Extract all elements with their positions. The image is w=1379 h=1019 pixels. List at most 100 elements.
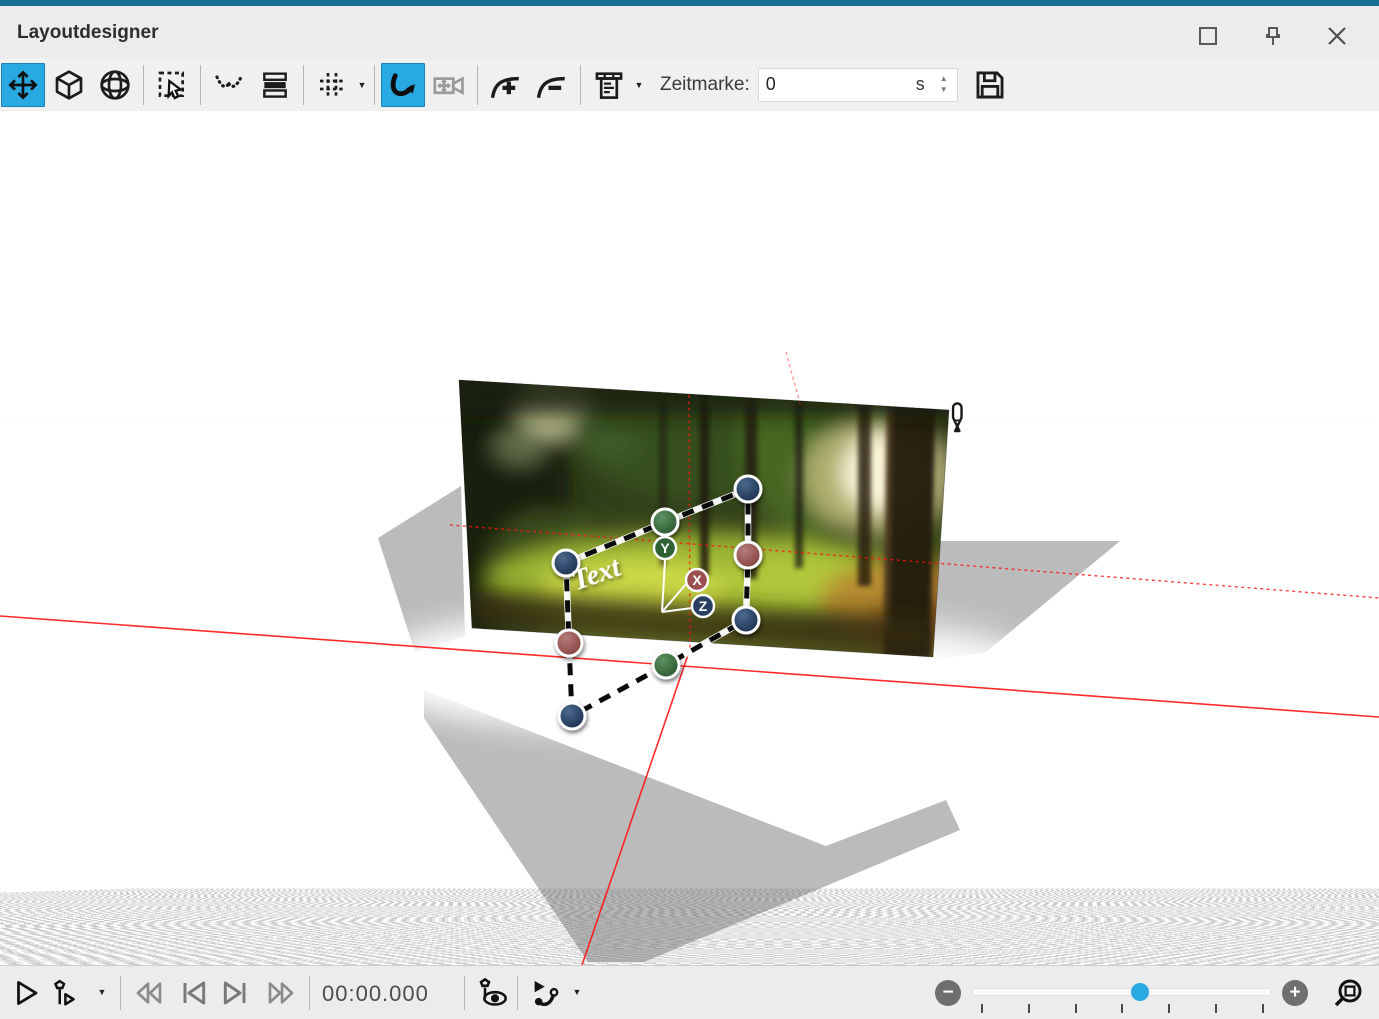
zoom-slider-thumb[interactable] [1131,983,1149,1001]
pin-button[interactable] [1259,22,1287,50]
spin-down-icon[interactable]: ▼ [940,86,948,94]
motion-curve-button[interactable] [381,63,425,107]
play-icon [11,978,41,1008]
gizmo-z-handle[interactable]: Z [692,595,714,617]
transport-separator [309,976,310,1010]
save-button[interactable] [968,63,1012,107]
prev-frame-button[interactable] [173,973,213,1013]
skip-end-button[interactable] [262,973,302,1013]
motion-path-icon [530,977,562,1009]
move-icon [7,69,39,101]
titlebar: Layoutdesigner [0,0,1379,58]
pin-icon [1262,25,1284,47]
svg-text:Z: Z [699,598,708,614]
save-icon [973,68,1007,102]
globe-icon [99,69,131,101]
handle-left-mid[interactable] [556,630,582,656]
toolbar-separator [200,65,201,105]
motion-path-button[interactable] [526,973,566,1013]
keyframe-remove-icon [535,68,569,102]
move-tool-button[interactable] [1,63,45,107]
select-rect-icon [156,69,188,101]
marker-eye-icon [477,977,509,1009]
curve-points-icon [213,69,245,101]
play-from-marker-button[interactable] [46,973,86,1013]
motion-path-caret[interactable]: ▼ [570,987,584,997]
time-display: 00:00.000 [322,981,429,1007]
fast-forward-icon [266,977,298,1009]
svg-text:X: X [692,572,702,588]
handle-top-mid[interactable] [652,509,678,535]
toolbar-separator [303,65,304,105]
skip-start-button[interactable] [128,973,168,1013]
handle-corner-top-right[interactable] [735,476,761,502]
cube-3d-button[interactable] [47,63,91,107]
zeitmarke-input[interactable] [759,69,916,101]
maximize-icon [1198,26,1218,46]
s-curve-icon [386,68,420,102]
scene-overlay: Y X Z Text [0,111,1379,965]
camera-move-button[interactable] [427,63,471,107]
toolbar-separator [580,65,581,105]
grid-button[interactable] [310,63,354,107]
zeitmarke-label: Zeitmarke: [660,74,750,96]
transport-bar: ▼ 00:00.000 [0,965,1379,1019]
zoom-fit-button[interactable] [1328,973,1368,1013]
slider-tick [1262,1004,1264,1013]
main-toolbar: ▼ [0,58,1379,111]
play-from-marker-icon [51,978,81,1008]
svg-text:Y: Y [660,540,670,556]
slider-tick [1121,1004,1123,1013]
close-button[interactable] [1323,22,1351,50]
layers-button[interactable] [253,63,297,107]
curve-points-button[interactable] [207,63,251,107]
gizmo-y-handle[interactable]: Y [654,537,676,559]
add-keyframe-button[interactable] [484,63,528,107]
table-icon [592,68,626,102]
transport-separator [464,976,465,1010]
next-frame-button[interactable] [216,973,256,1013]
next-frame-icon [220,977,252,1009]
play-button[interactable] [6,973,46,1013]
layers-icon [259,69,291,101]
toolbar-separator [477,65,478,105]
zeitmarke-field: s ▲ ▼ [758,68,958,102]
table-dropdown-caret[interactable]: ▼ [632,80,646,90]
prev-frame-icon [177,977,209,1009]
spin-up-icon[interactable]: ▲ [940,75,948,83]
layoutdesigner-window: Layoutdesigner [0,0,1379,1019]
grid-dropdown-caret[interactable]: ▼ [355,80,369,90]
select-tool-button[interactable] [150,63,194,107]
handle-corner-bottom-right[interactable] [733,607,759,633]
transport-separator [120,976,121,1010]
keyframe-table-button[interactable] [587,63,631,107]
camera-move-icon [432,68,466,102]
handle-right-mid[interactable] [735,542,761,568]
handle-corner-bottom-left[interactable] [559,703,585,729]
handle-bottom-mid[interactable] [653,652,679,678]
slider-tick [1075,1004,1077,1013]
slider-tick [981,1004,983,1013]
zoom-in-button[interactable]: + [1282,980,1308,1006]
grid-icon [316,69,348,101]
globe-button[interactable] [93,63,137,107]
maximize-button[interactable] [1194,22,1222,50]
keyframe-add-icon [489,68,523,102]
zoom-out-button[interactable]: − [935,980,961,1006]
play-options-caret[interactable]: ▼ [95,987,109,997]
toolbar-separator [143,65,144,105]
show-at-marker-button[interactable] [473,973,513,1013]
gizmo-x-handle[interactable]: X [686,569,708,591]
zeitmarke-spinner[interactable]: ▲ ▼ [931,69,957,101]
cube-3d-icon [53,69,85,101]
transport-separator [517,976,518,1010]
zeitmarke-unit: s [916,74,931,95]
zoom-slider-track[interactable] [972,988,1272,996]
magnifier-fit-icon [1332,977,1364,1009]
window-title: Layoutdesigner [17,22,158,44]
remove-keyframe-button[interactable] [530,63,574,107]
toolbar-separator [374,65,375,105]
slider-tick [1215,1004,1217,1013]
slider-tick [1028,1004,1030,1013]
layout-3d-viewport[interactable]: Y X Z Text [0,111,1379,965]
